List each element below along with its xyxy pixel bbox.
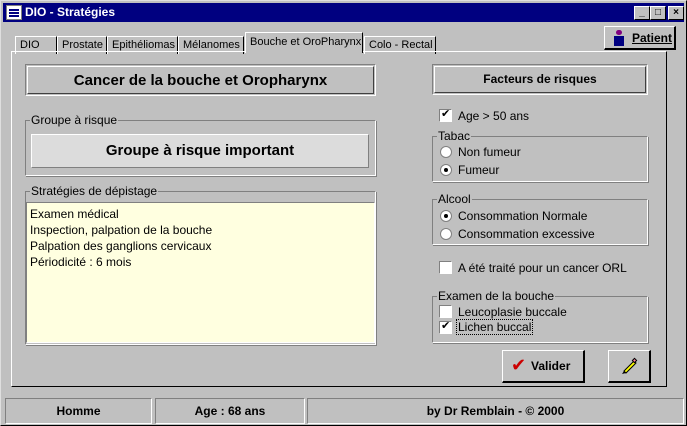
window-title: DIO - Stratégies xyxy=(25,5,116,19)
patient-button[interactable]: Patient xyxy=(604,26,676,50)
tab-bouche-oropharynx[interactable]: Bouche et OroPharynx xyxy=(245,32,363,53)
minimize-icon: _ xyxy=(639,7,645,18)
status-sex: Homme xyxy=(5,398,152,424)
status-age: Age : 68 ans xyxy=(155,398,305,424)
patient-button-label: Patient xyxy=(632,31,673,45)
tab-label: Bouche et OroPharynx xyxy=(250,36,362,48)
tab-label: Prostate xyxy=(62,39,103,51)
status-credit: by Dr Remblain - © 2000 xyxy=(307,398,684,424)
title-bar: DIO - Stratégies _ □ × xyxy=(3,3,684,22)
minimize-button[interactable]: _ xyxy=(634,6,650,20)
app-icon xyxy=(6,5,22,20)
tab-label: Epithéliomas xyxy=(112,39,175,51)
tab-label: DIO xyxy=(20,39,40,51)
tab-label: Colo - Rectal xyxy=(369,39,433,51)
close-icon: × xyxy=(673,7,679,18)
application-window: DIO - Stratégies _ □ × DIO Prostate Epit… xyxy=(0,0,687,426)
tab-label: Mélanomes xyxy=(183,39,240,51)
close-button[interactable]: × xyxy=(668,6,684,20)
tab-panel xyxy=(11,51,667,387)
maximize-button[interactable]: □ xyxy=(650,6,666,20)
person-icon xyxy=(613,30,625,46)
maximize-icon: □ xyxy=(654,7,662,18)
